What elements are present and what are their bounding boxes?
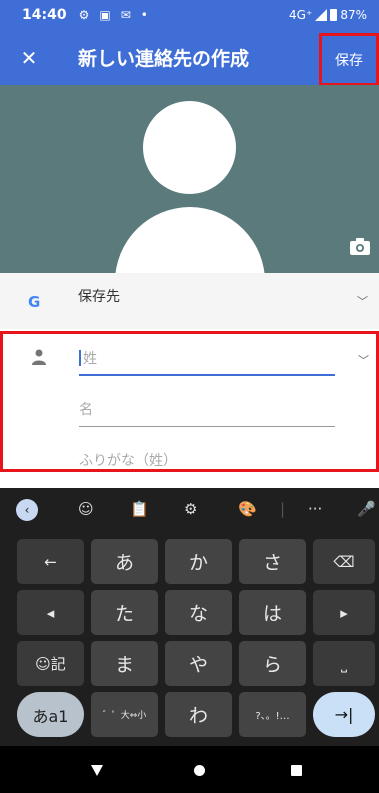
- key-a[interactable]: あ: [91, 539, 158, 584]
- navigation-bar: [0, 746, 379, 793]
- last-name-field[interactable]: 姓: [79, 348, 335, 376]
- palette-icon[interactable]: 🎨: [238, 500, 257, 518]
- gear-icon[interactable]: ⚙: [184, 500, 197, 518]
- emoji-sticker-icon[interactable]: ☺: [78, 500, 94, 518]
- person-icon: [32, 349, 46, 365]
- save-button[interactable]: 保存: [319, 33, 379, 86]
- key-ha[interactable]: は: [239, 590, 306, 635]
- save-destination-label: 保存先: [78, 289, 120, 305]
- home-nav-icon[interactable]: [194, 765, 205, 776]
- more-icon[interactable]: ···: [308, 500, 322, 518]
- japanese-keyboard: ‹ ☺ 📋 ⚙ 🎨 | ··· 🎤 ← あ か さ ⌫ ◂ た な は ▸ ☺記…: [0, 488, 379, 746]
- avatar-body-shape: [115, 207, 265, 273]
- chevron-down-icon[interactable]: ﹀: [357, 293, 368, 309]
- expand-chevron-icon[interactable]: ﹀: [358, 352, 369, 368]
- keyboard-toolbar: ‹ ☺ 📋 ⚙ 🎨 | ··· 🎤: [0, 488, 379, 531]
- network-type: 4G⁺: [289, 8, 313, 22]
- status-time: 14:40: [22, 7, 67, 23]
- mail-status-icon: ✉: [120, 8, 131, 22]
- key-ra[interactable]: ら: [239, 641, 306, 686]
- back-icon[interactable]: ‹: [16, 499, 38, 521]
- battery-level: 87%: [340, 8, 367, 22]
- text-cursor: [79, 350, 81, 366]
- app-bar: ✕ 新しい連絡先の作成 保存: [0, 30, 379, 86]
- dot-status-icon: •: [140, 8, 148, 22]
- recents-nav-icon[interactable]: [291, 765, 302, 776]
- key-language-switch[interactable]: あa1: [17, 692, 84, 737]
- clipboard-icon[interactable]: 📋: [130, 500, 149, 518]
- key-next-field[interactable]: →|: [313, 692, 375, 737]
- key-left-arrow[interactable]: ←: [17, 539, 84, 584]
- avatar-head-shape: [143, 101, 236, 194]
- first-name-placeholder: 名: [79, 402, 93, 418]
- key-ta[interactable]: た: [91, 590, 158, 635]
- last-name-placeholder: 姓: [83, 351, 97, 367]
- key-ya[interactable]: や: [165, 641, 232, 686]
- close-button[interactable]: ✕: [0, 46, 58, 70]
- first-name-field[interactable]: 名: [79, 399, 335, 427]
- status-icons: ⚙ ▣ ✉ •: [79, 8, 148, 22]
- key-cursor-left[interactable]: ◂: [17, 590, 84, 635]
- back-nav-icon[interactable]: [91, 765, 103, 776]
- google-icon: G: [28, 293, 41, 311]
- name-section: 姓 ﹀ 名 ふりがな（姓）: [0, 331, 379, 472]
- page-title: 新しい連絡先の作成: [78, 48, 250, 70]
- key-punctuation[interactable]: ?、。!…: [239, 692, 306, 737]
- microphone-icon[interactable]: 🎤: [357, 500, 376, 518]
- key-wa[interactable]: わ: [165, 692, 232, 737]
- key-space[interactable]: ⎵: [313, 641, 375, 686]
- camera-icon[interactable]: [350, 238, 370, 255]
- key-cursor-right[interactable]: ▸: [313, 590, 375, 635]
- status-right: 4G⁺ 87%: [289, 8, 367, 22]
- key-ka[interactable]: か: [165, 539, 232, 584]
- contact-photo-area[interactable]: [0, 85, 379, 273]
- battery-icon: [330, 9, 338, 21]
- save-destination-row[interactable]: G 保存先 ﹀: [0, 273, 379, 329]
- key-ma[interactable]: ま: [91, 641, 158, 686]
- key-sa[interactable]: さ: [239, 539, 306, 584]
- signal-icon: [315, 9, 328, 21]
- status-bar: 14:40 ⚙ ▣ ✉ • 4G⁺ 87%: [0, 0, 379, 30]
- key-backspace[interactable]: ⌫: [313, 539, 375, 584]
- settings-status-icon: ⚙: [78, 8, 90, 22]
- furigana-last-name-field[interactable]: ふりがな（姓）: [79, 450, 335, 478]
- furigana-placeholder: ふりがな（姓）: [79, 453, 177, 469]
- key-na[interactable]: な: [165, 590, 232, 635]
- gallery-status-icon: ▣: [99, 8, 111, 22]
- toolbar-divider: |: [280, 500, 286, 518]
- key-dakuten-case[interactable]: ゛゜大⇔小: [91, 692, 158, 737]
- key-emoji-symbol[interactable]: ☺記: [17, 641, 84, 686]
